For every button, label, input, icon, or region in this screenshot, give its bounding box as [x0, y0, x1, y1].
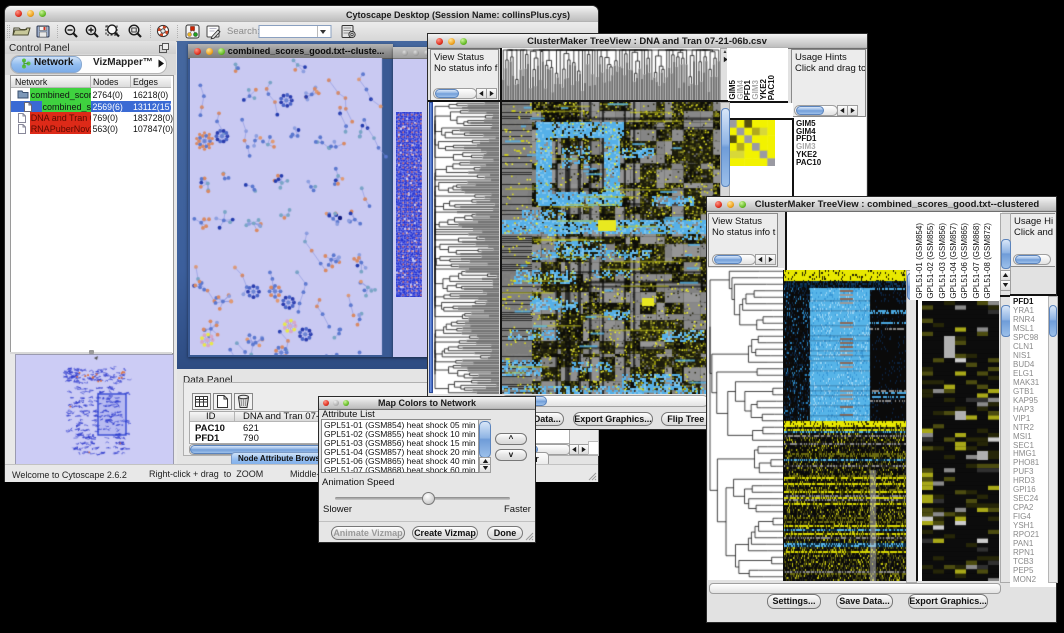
svg-text:Search:: Search:	[227, 26, 260, 37]
